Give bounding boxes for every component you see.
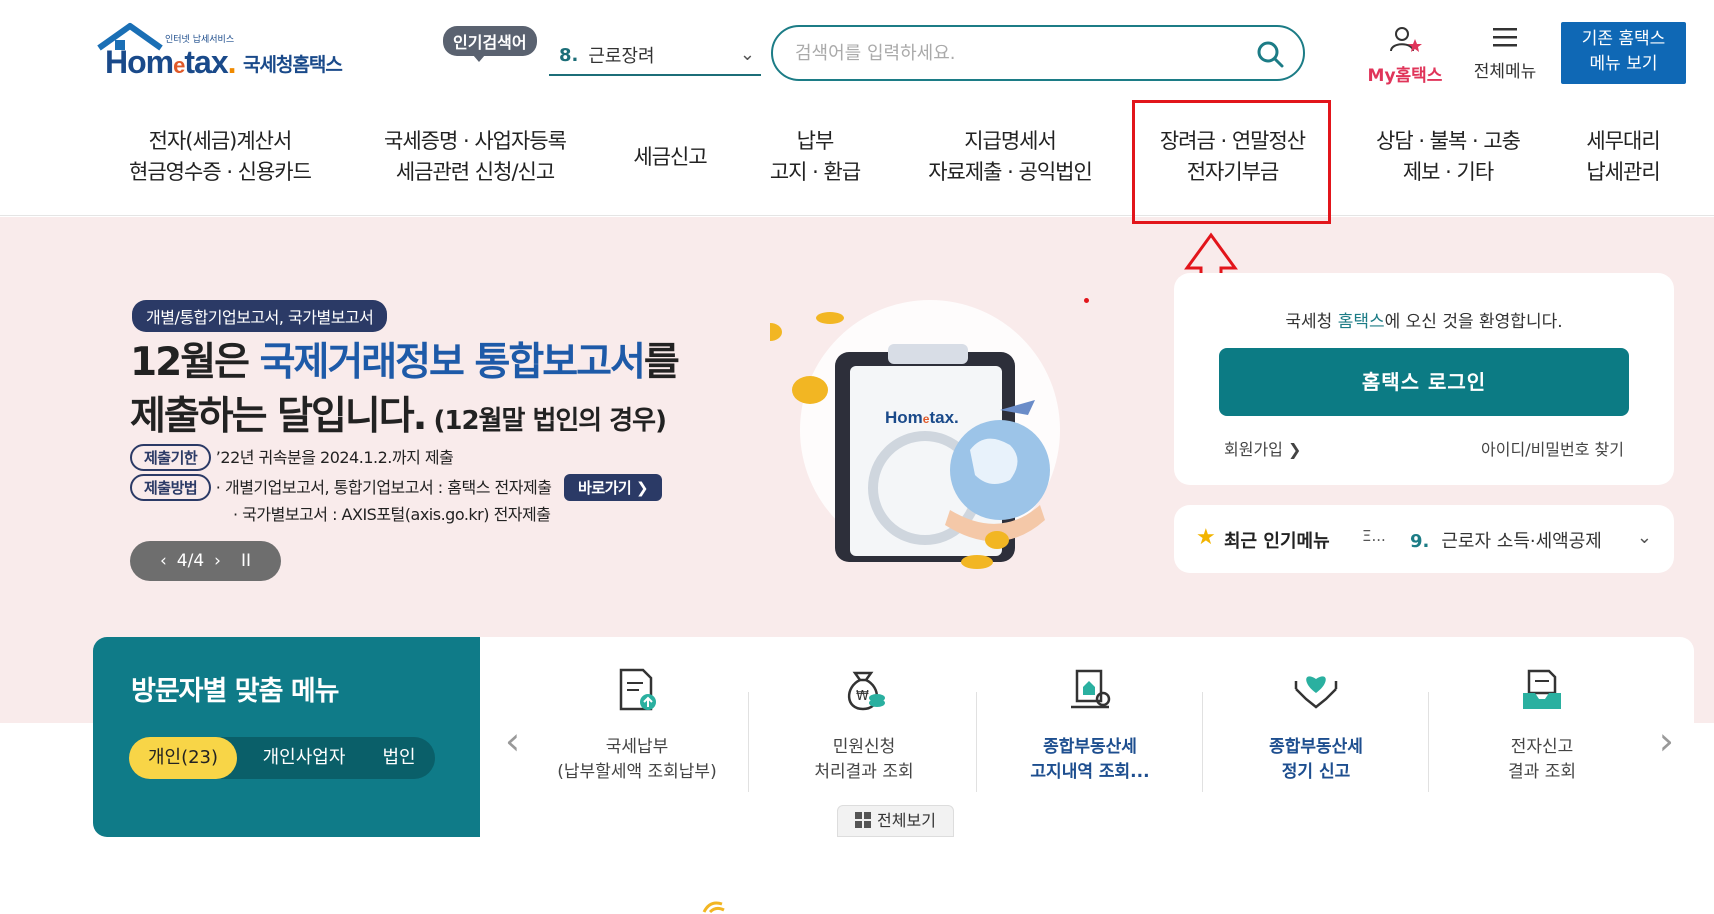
welcome-text: 국세청 홈택스에 오신 것을 환영합니다. (1285, 312, 1563, 332)
banner-pager: ‹ 4/4 › II (130, 541, 281, 581)
nav-item-tax-agent[interactable]: 세무대리 납세관리 (1568, 126, 1678, 188)
tab-corporation[interactable]: 법인 (369, 737, 429, 779)
annotation-highlight-box (1132, 100, 1331, 224)
my-hometax-button[interactable]: My홈택스 (1360, 25, 1450, 86)
hometax-logo[interactable]: 인터넷 납세서비스 Hometax. 국세청홈택스 (95, 22, 365, 82)
illustration-logo: Hometax. (885, 408, 959, 427)
search-icon[interactable] (1255, 39, 1285, 69)
recent-popular-menu[interactable]: ★ 최근 인기메뉴 Ξ... 9. 근로자 소득·세액공제 ⌄ (1174, 505, 1674, 573)
pager-prev-icon[interactable]: ‹ (160, 551, 167, 571)
all-menu-label: 전체메뉴 (1473, 62, 1537, 82)
visitor-tabs: 개인(23) 개인사업자 법인 (129, 737, 435, 779)
quick-item-property-tax-notice[interactable]: 종합부동산세 고지내역 조회... (985, 667, 1195, 785)
quick-item-tax-payment[interactable]: 국세납부 (납부할세액 조회납부) (532, 667, 742, 785)
heart-hands-icon (1294, 676, 1338, 709)
method-pill: 제출방법 (130, 474, 212, 501)
inbox-document-icon (1523, 669, 1561, 709)
star-icon: ★ (1196, 525, 1216, 550)
decorative-icon (702, 901, 725, 914)
popular-search-select[interactable]: 8. 근로장려 ⌄ (549, 36, 761, 76)
svg-text:₩: ₩ (856, 689, 869, 704)
hero-title: 12월은 국제거래정보 통합보고서를 제출하는 달입니다. (12월말 법인의 … (130, 340, 680, 439)
quick-item-property-tax-filing[interactable]: 종합부동산세 정기 신고 (1211, 667, 1421, 785)
nav-item-certificates[interactable]: 국세증명 · 사업자등록 세금관련 신청/신고 (365, 126, 585, 188)
chevron-down-icon[interactable]: ⌄ (1637, 527, 1652, 548)
popular-search-badge: 인기검색어 (443, 26, 537, 62)
recent-item: 9. 근로자 소득·세액공제 (1410, 531, 1602, 552)
nav-item-payment[interactable]: 납부 고지 · 환급 (750, 126, 880, 188)
all-menu-button[interactable]: 전체메뉴 (1463, 25, 1547, 82)
my-hometax-label: My홈택스 (1367, 66, 1443, 86)
nav-item-consultation[interactable]: 상담 · 불복 · 고충 제보 · 기타 (1358, 126, 1538, 188)
go-button[interactable]: 바로가기 ❯ (564, 474, 663, 501)
page: 인터넷 납세서비스 Hometax. 국세청홈택스 인기검색어 8. 근로장려 … (0, 0, 1714, 914)
search-input[interactable] (795, 39, 1235, 67)
quick-item-civil-petition[interactable]: ₩ 민원신청 처리결과 조회 (759, 667, 969, 785)
hamburger-menu-icon (1493, 28, 1517, 47)
hero-deadline-row: 제출기한 ’22년 귀속분을 2024.1.2.까지 제출 (130, 444, 454, 471)
method-text-1: · 개별기업보고서, 통합기업보고서 : 홈택스 전자제출 (215, 478, 552, 497)
nav-item-e-invoice[interactable]: 전자(세금)계산서 현금영수증 · 신용카드 (110, 126, 330, 188)
hero-illustration: Hometax. (758, 280, 1100, 590)
legacy-menu-button[interactable]: 기존 홈택스 메뉴 보기 (1561, 22, 1686, 84)
popular-rank: 8. (559, 44, 579, 66)
logo-wordmark: Hometax. (105, 44, 236, 80)
main-nav: 전자(세금)계산서 현금영수증 · 신용카드 국세증명 · 사업자등록 세금관련 신… (0, 100, 1714, 216)
visitor-menu-panel: 방문자별 맞춤 메뉴 개인(23) 개인사업자 법인 (93, 637, 480, 837)
nav-item-tax-filing[interactable]: 세금신고 (610, 142, 730, 173)
signup-link[interactable]: 회원가입 ❯ (1224, 436, 1301, 460)
legacy-menu-line2: 메뉴 보기 (1589, 54, 1658, 74)
grid-icon (855, 812, 872, 828)
popular-term: 근로장려 (588, 46, 655, 67)
search-box (771, 25, 1305, 81)
chevron-down-icon: ⌄ (739, 44, 755, 65)
pager-next-icon[interactable]: › (214, 551, 221, 571)
login-card: 국세청 홈택스에 오신 것을 환영합니다. 홈택스 로그인 회원가입 ❯ 아이디… (1174, 273, 1674, 485)
carousel-next-icon[interactable]: › (1659, 719, 1674, 763)
legacy-menu-line1: 기존 홈택스 (1581, 29, 1666, 49)
tab-sole-proprietor[interactable]: 개인사업자 (244, 737, 364, 779)
divider (1202, 692, 1203, 792)
recent-title: ★ 최근 인기메뉴 (1196, 525, 1330, 552)
tab-individual[interactable]: 개인(23) (129, 737, 237, 779)
nav-item-payment-statement[interactable]: 지급명세서 자료제출 · 공익법인 (910, 126, 1110, 188)
deadline-pill: 제출기한 (130, 444, 212, 471)
method-text-2: · 국가별보고서 : AXIS포털(axis.go.kr) 전자제출 (233, 505, 551, 524)
divider (748, 692, 749, 792)
hero-method-row: 제출방법 · 개별기업보고서, 통합기업보고서 : 홈택스 전자제출 바로가기 … (130, 474, 663, 501)
login-button[interactable]: 홈택스 로그인 (1219, 348, 1629, 416)
user-icon (1390, 27, 1422, 52)
quick-menu-panel: ‹ › 국세납부 (납부할세액 조회납부) ₩ 민원신청 처리결과 조회 종합부… (480, 637, 1694, 837)
document-globe-illustration (758, 300, 1060, 569)
money-bag-icon: ₩ (847, 671, 885, 711)
carousel-prev-icon[interactable]: ‹ (505, 719, 520, 763)
pager-pause-icon[interactable]: II (241, 551, 251, 571)
quick-item-e-filing-result[interactable]: 전자신고 결과 조회 (1437, 667, 1647, 785)
pager-count: 4/4 (176, 551, 205, 571)
divider (976, 692, 977, 792)
visitor-menu-title: 방문자별 맞춤 메뉴 (131, 676, 340, 707)
deadline-text: ’22년 귀속분을 2024.1.2.까지 제출 (215, 448, 454, 467)
property-document-icon (1071, 669, 1111, 709)
hero-tag: 개별/통합기업보고서, 국가별보고서 (132, 300, 388, 332)
divider (1428, 692, 1429, 792)
logo-korean: 국세청홈택스 (243, 54, 343, 76)
find-id-password-link[interactable]: 아이디/비밀번호 찾기 (1481, 436, 1624, 460)
view-all-button[interactable]: 전체보기 (837, 805, 954, 837)
recent-mini-text: Ξ... (1362, 527, 1386, 545)
document-arrow-icon (619, 668, 656, 711)
